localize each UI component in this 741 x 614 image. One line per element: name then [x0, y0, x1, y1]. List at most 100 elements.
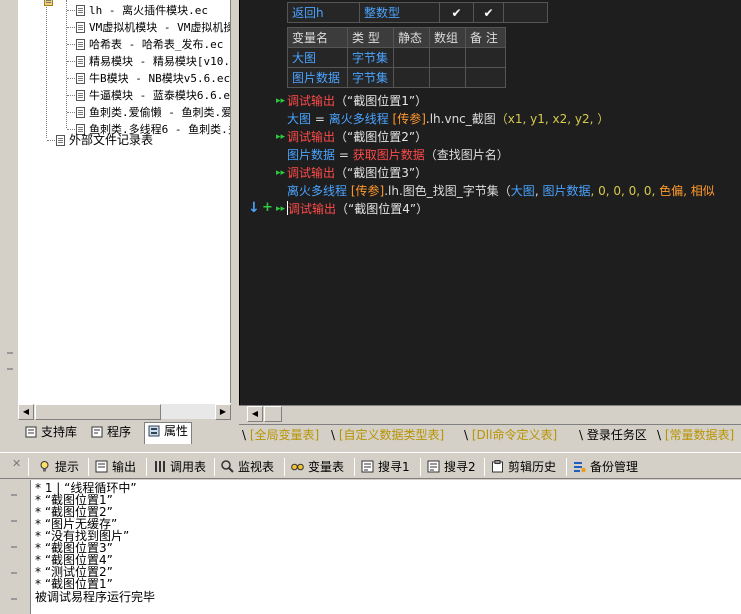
code-arg: （“截图位置1”）	[335, 94, 428, 108]
tree-item-module[interactable]: 精易模块 - 精易模块[v10.6	[76, 53, 231, 70]
tree-hline	[67, 44, 75, 45]
output-panel[interactable]: * 1 | “线程循环中” * “截图位置1” * “截图位置2” * “图片无…	[30, 480, 741, 614]
code-horizontal-scrollbar[interactable]: ◀	[239, 405, 741, 422]
property-icon	[148, 425, 160, 437]
tab-label: 程序	[107, 425, 132, 439]
separator	[214, 458, 215, 476]
code-editor[interactable]: 返回h 整数型 ✔ ✔ 变量名 类 型 静态 数组 备 注 大图 字节集 图片数…	[239, 0, 741, 405]
tab-global-vars[interactable]: \ [全局变量表]	[242, 426, 319, 446]
tree-item-module[interactable]: 鱼刺类.爱偷懒 - 鱼刺类.爱	[76, 104, 230, 121]
check-icon[interactable]: ✔	[473, 2, 504, 23]
flow-arrow-icon: ▸▸	[276, 168, 286, 178]
scroll-thumb[interactable]	[35, 404, 161, 420]
scroll-right-arrow-icon[interactable]: ▶	[215, 404, 231, 420]
code-line-3[interactable]: 调试输出（“截图位置2”）	[287, 128, 427, 146]
code-line-5[interactable]: 调试输出（“截图位置3”）	[287, 164, 427, 182]
tree-item-module[interactable]: 牛B模块 - NB模块v5.6.ec	[76, 70, 230, 87]
left-dock-edge	[0, 0, 18, 448]
tab-custom-types[interactable]: \ [自定义数据类型表]	[331, 426, 444, 446]
code-args: （查找图片名）	[424, 148, 509, 162]
code-args: （x1, y1, x2, y2, ）	[495, 112, 610, 126]
close-icon[interactable]: ✕	[12, 457, 21, 470]
empty-cell[interactable]	[465, 67, 506, 88]
tab-dll-commands[interactable]: \ [Dll命令定义表]	[464, 426, 557, 446]
folder-icon	[44, 0, 53, 6]
grip-mark	[11, 494, 17, 496]
var-name-cell[interactable]: 返回h	[287, 2, 360, 23]
tab-property[interactable]: 属性	[144, 422, 193, 444]
file-icon	[76, 39, 85, 50]
separator	[354, 458, 355, 476]
tab-label: 监视表	[238, 460, 275, 474]
separator	[284, 458, 285, 476]
tree-item-module[interactable]: 哈希表 - 哈希表_发布.ec	[76, 36, 223, 53]
separator	[28, 458, 29, 476]
var-name-cell[interactable]: 图片数据	[287, 67, 348, 88]
bulb-icon	[40, 461, 49, 472]
file-icon	[76, 73, 85, 84]
grip-mark	[11, 520, 17, 522]
tree-item-label: 精易模块 - 精易模块[v10.6	[89, 55, 231, 68]
code-line-4[interactable]: 图片数据 = 获取图片数据（查找图片名）	[287, 146, 509, 164]
code-line-1[interactable]: 调试输出（“截图位置1”）	[287, 92, 427, 110]
tab-call-table[interactable]: 调用表	[153, 457, 206, 477]
var-name-cell[interactable]: 大图	[287, 47, 348, 68]
tab-hint[interactable]: 提示	[38, 457, 79, 477]
tab-support-library[interactable]: 支持库	[22, 424, 80, 443]
separator	[484, 458, 485, 476]
tree-item-module[interactable]: lh - 离火插件模块.ec	[76, 2, 208, 19]
code-bracket: [传参]	[388, 112, 426, 126]
var-type-cell[interactable]: 字节集	[347, 47, 394, 68]
tab-backup[interactable]: 备份管理	[573, 457, 638, 477]
tab-label: 搜寻2	[444, 460, 476, 474]
var-type-cell[interactable]: 整数型	[359, 2, 440, 23]
code-fn: 调试输出	[287, 94, 336, 108]
empty-cell[interactable]	[393, 67, 430, 88]
tree-horizontal-scrollbar[interactable]: ◀ ▶	[18, 403, 231, 420]
check-icon[interactable]: ✔	[439, 2, 474, 23]
col-header-name: 变量名	[287, 27, 348, 48]
code-args: （	[498, 184, 511, 198]
local-var-table: 变量名 类 型 静态 数组 备 注 大图 字节集 图片数据 字节集	[287, 27, 506, 88]
tab-watch[interactable]: 监视表	[221, 457, 274, 477]
tree-parent-folder[interactable]	[44, 0, 74, 9]
scroll-left-arrow-icon[interactable]: ◀	[247, 406, 263, 422]
separator	[146, 458, 147, 476]
scroll-left-arrow-icon[interactable]: ◀	[18, 404, 34, 420]
code-line-2[interactable]: 大图 = 离火多线程 [传参].lh.vnc_截图（x1, y1, x2, y2…	[287, 110, 609, 128]
col-header-note: 备 注	[465, 27, 506, 48]
tree-item-module[interactable]: VM虚拟机模块 - VM虚拟机操	[76, 19, 230, 36]
tab-variables[interactable]: 变量表	[291, 457, 344, 477]
empty-cell[interactable]	[465, 47, 506, 68]
output-status-line: 被调试易程序运行完毕	[35, 590, 156, 604]
tree-item-module[interactable]: 牛逼模块 - 蓝泰模块6.6.ec	[76, 87, 230, 104]
empty-cell[interactable]	[429, 47, 466, 68]
tab-program[interactable]: 程序	[88, 424, 134, 443]
tree-item-external[interactable]: 外部文件记录表	[56, 132, 153, 149]
table-row[interactable]: 图片数据 字节集	[287, 67, 506, 88]
code-fn: 获取图片数据	[352, 148, 425, 162]
table-row[interactable]: 大图 字节集	[287, 47, 506, 68]
tab-login-task[interactable]: \ 登录任务区	[579, 426, 647, 446]
empty-cell[interactable]	[429, 67, 466, 88]
scroll-thumb[interactable]	[264, 406, 282, 422]
tab-output[interactable]: 输出	[95, 457, 136, 477]
code-args: 大图	[510, 184, 535, 198]
code-line-6[interactable]: 离火多线程 [传参].lh.图色_找图_字节集（大图, 图片数据, 0, 0, …	[287, 182, 715, 200]
tab-search-2[interactable]: 搜寻2	[427, 457, 476, 477]
code-var: 图片数据	[287, 148, 336, 162]
empty-cell[interactable]	[393, 47, 430, 68]
add-line-icon[interactable]: +	[262, 200, 273, 215]
down-arrow-icon[interactable]: ↓	[248, 200, 260, 216]
grip-mark	[7, 352, 13, 354]
code-arg: （“截图位置2”）	[335, 130, 428, 144]
tab-constants[interactable]: \ [常量数据表]	[657, 426, 734, 446]
var-type-cell[interactable]: 字节集	[347, 67, 394, 88]
code-call: .lh.vnc_截图	[425, 112, 496, 126]
tab-clip-history[interactable]: 剪辑历史	[491, 457, 556, 477]
empty-cell[interactable]	[503, 2, 548, 23]
code-arg: （“截图位置3”）	[335, 166, 428, 180]
col-header-type: 类 型	[347, 27, 394, 48]
tab-search-1[interactable]: 搜寻1	[361, 457, 410, 477]
code-line-7[interactable]: 调试输出（“截图位置4”）	[287, 200, 428, 218]
